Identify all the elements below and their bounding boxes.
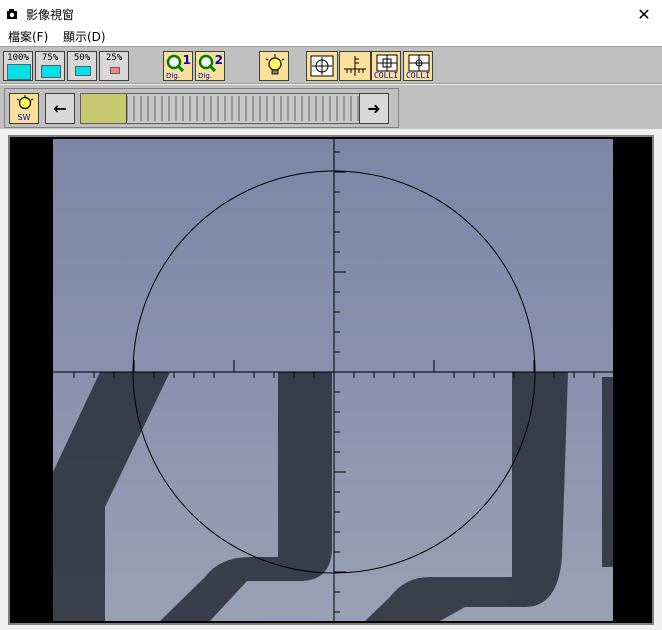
- magnifier-icon: [166, 54, 184, 72]
- toolbar: 100% 75% 50% 25% 1 Dig. 2 Dig. COLLI COL…: [0, 46, 662, 84]
- image-viewer: [8, 135, 654, 625]
- secondary-toolbar: SW ← ➜: [0, 85, 662, 129]
- menu-display[interactable]: 顯示(D): [63, 28, 106, 46]
- close-button[interactable]: ✕: [626, 0, 662, 28]
- zoom-100-icon: [7, 64, 31, 80]
- slider-thumb[interactable]: [81, 94, 127, 123]
- crosshair-button[interactable]: [306, 51, 338, 81]
- scale-icon: [344, 56, 366, 76]
- slider-right-button[interactable]: ➜: [359, 93, 389, 124]
- zoom-25-button[interactable]: 25%: [99, 51, 129, 81]
- dig-2-button[interactable]: 2 Dig.: [195, 51, 225, 81]
- collimator-icon: [376, 54, 398, 72]
- sw-button[interactable]: SW: [9, 93, 39, 124]
- slider-left-button[interactable]: ←: [45, 93, 75, 124]
- collimator-icon: [408, 54, 430, 72]
- colli-1-button[interactable]: COLLI: [371, 51, 401, 81]
- zoom-100-button[interactable]: 100%: [3, 51, 33, 81]
- crosshair-icon: [310, 55, 334, 77]
- brightness-slider[interactable]: [80, 93, 363, 124]
- lightbulb-icon: [16, 95, 34, 110]
- zoom-75-icon: [41, 65, 61, 78]
- zoom-50-button[interactable]: 50%: [67, 51, 97, 81]
- magnifier-icon: [198, 54, 216, 72]
- dig-1-button[interactable]: 1 Dig.: [163, 51, 193, 81]
- title-bar: 影像視窗 ✕: [0, 0, 662, 28]
- colli-2-button[interactable]: COLLI: [403, 51, 433, 81]
- lightbulb-icon: [265, 54, 285, 75]
- zoom-50-icon: [75, 66, 91, 76]
- light-button[interactable]: [259, 51, 289, 81]
- menu-bar: 檔案(F) 顯示(D): [0, 28, 662, 46]
- slider-panel: SW ← ➜: [4, 88, 399, 128]
- menu-file[interactable]: 檔案(F): [8, 28, 48, 46]
- camera-icon: [7, 9, 17, 19]
- window-title: 影像視窗: [26, 8, 75, 22]
- scale-button[interactable]: [339, 51, 371, 81]
- camera-image: [10, 137, 652, 623]
- zoom-75-button[interactable]: 75%: [35, 51, 65, 81]
- zoom-25-icon: [110, 67, 120, 74]
